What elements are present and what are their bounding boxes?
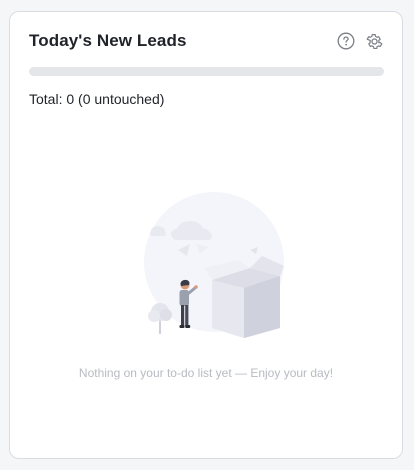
leads-card: Today's New Leads Total: 0 (0 untouched) [9, 11, 403, 459]
card-header: Today's New Leads [29, 29, 384, 53]
header-actions [336, 32, 384, 51]
empty-state-message: Nothing on your to-do list yet — Enjoy y… [78, 366, 334, 380]
card-title: Today's New Leads [29, 31, 187, 50]
total-leads-text: Total: 0 (0 untouched) [29, 91, 165, 107]
gear-icon[interactable] [365, 32, 384, 51]
help-icon[interactable] [336, 32, 355, 51]
leads-progress-bar [29, 67, 384, 76]
empty-state-illustration [134, 190, 284, 340]
